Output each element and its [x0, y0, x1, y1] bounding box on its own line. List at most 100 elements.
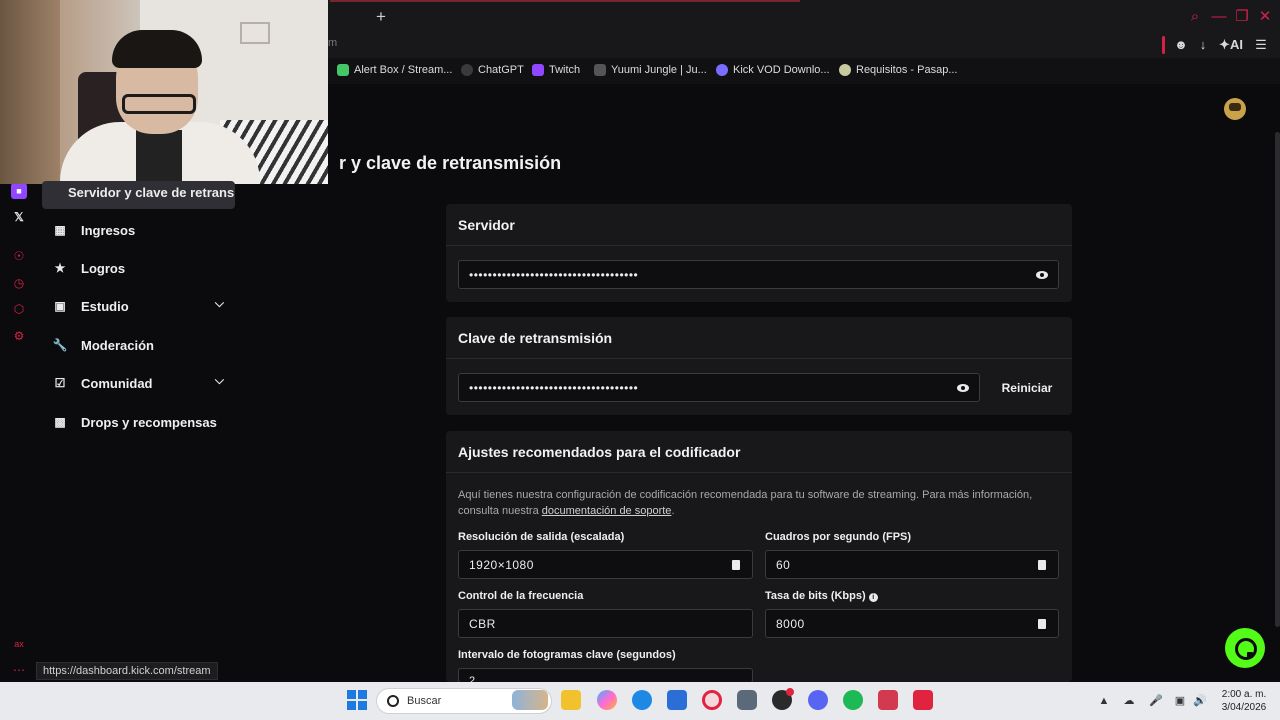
nav-item-ingresos[interactable]: ▦ Ingresos — [52, 218, 232, 242]
nav-item-moderacion[interactable]: 🔧 Moderación — [52, 333, 232, 357]
copilot-icon[interactable] — [597, 690, 617, 710]
browser-search-icon[interactable]: ⌕ — [1186, 8, 1204, 26]
rate-control-label: Control de la frecuencia — [458, 590, 584, 602]
search-placeholder: Buscar — [407, 695, 442, 707]
microphone-icon[interactable]: 🎤 — [1149, 694, 1163, 708]
network-icon[interactable]: ☁ — [1122, 694, 1136, 708]
fps-value: 60 — [776, 558, 791, 572]
drops-icon: ▩ — [54, 415, 66, 429]
copy-icon[interactable] — [1035, 617, 1049, 631]
bookmark-chatgpt[interactable]: ChatGPT — [461, 64, 524, 76]
new-tab-button[interactable]: + — [372, 8, 390, 26]
player-icon[interactable]: ☉ — [11, 248, 27, 264]
opera-icon[interactable] — [702, 690, 722, 710]
page-title: r y clave de retransmisión — [339, 153, 562, 173]
help-chat-button[interactable] — [1225, 628, 1265, 668]
server-field[interactable]: •••••••••••••••••••••••••••••••••••• — [458, 260, 1059, 289]
file-explorer-icon[interactable] — [561, 690, 581, 710]
nav-item-estudio[interactable]: ▣ Estudio ⌵ — [52, 294, 232, 318]
nav-label: Comunidad — [81, 375, 153, 391]
yuumi-icon — [594, 64, 606, 76]
edge-icon[interactable] — [632, 690, 652, 710]
profile-icon[interactable]: ☻ — [1172, 36, 1190, 54]
nav-label: Drops y recompensas — [81, 414, 217, 430]
nav-label: Ingresos — [81, 222, 136, 238]
more-icon[interactable]: ⋯ — [11, 662, 27, 678]
camera-icon[interactable] — [737, 690, 757, 710]
notification-badge — [786, 688, 794, 696]
resolution-field[interactable]: 1920×1080 — [458, 550, 753, 579]
nav-item-logros[interactable]: ★ Logros — [52, 256, 232, 280]
encoder-description: Aquí tienes nuestra configuración de cod… — [458, 487, 1058, 519]
discord-icon[interactable] — [808, 690, 828, 710]
studio-icon: ▣ — [54, 299, 66, 313]
bookmark-alert-box[interactable]: Alert Box / Stream... — [337, 64, 452, 76]
fps-field[interactable]: 60 — [765, 550, 1059, 579]
bookmark-label: Yuumi Jungle | Ju... — [611, 64, 707, 76]
ai-button[interactable]: ✦AI — [1218, 36, 1244, 54]
settings-icon[interactable]: ⚙ — [11, 328, 27, 344]
maximize-button[interactable]: ❐ — [1233, 8, 1251, 26]
bitrate-value: 8000 — [776, 617, 805, 631]
nav-label: Moderación — [81, 337, 154, 353]
rate-control-value: CBR — [469, 617, 496, 631]
twitch-icon — [532, 64, 544, 76]
copy-icon[interactable] — [729, 558, 743, 572]
url-text[interactable]: m — [328, 37, 337, 49]
info-icon[interactable]: i — [868, 593, 878, 602]
reset-button[interactable]: Reiniciar — [996, 375, 1058, 401]
display-icon[interactable]: ▣ — [1173, 694, 1187, 708]
eye-icon[interactable] — [956, 381, 970, 395]
toolbar-divider — [1162, 36, 1165, 54]
nav-label: Logros — [81, 260, 126, 276]
twitch-sidebar-icon[interactable]: ■ — [11, 183, 27, 199]
stream-key-field[interactable]: •••••••••••••••••••••••••••••••••••• — [458, 373, 980, 402]
bitrate-label-text: Tasa de bits (Kbps) — [765, 590, 866, 602]
bitrate-field[interactable]: 8000 — [765, 609, 1059, 638]
menu-icon[interactable]: ☰ — [1252, 36, 1270, 54]
keyframe-field[interactable]: 2 — [458, 668, 753, 683]
webcam-overlay — [0, 0, 328, 184]
page-scrollbar[interactable] — [1275, 132, 1280, 627]
downloader-icon[interactable] — [913, 690, 933, 710]
chevron-down-icon[interactable]: ⌵ — [215, 296, 224, 311]
minimize-button[interactable]: — — [1210, 8, 1228, 26]
eye-icon[interactable] — [1035, 268, 1049, 282]
tray-chevron-icon[interactable]: ▲ — [1097, 694, 1111, 708]
copy-icon[interactable] — [1035, 558, 1049, 572]
volume-icon[interactable]: 🔊 — [1193, 694, 1207, 708]
bitrate-label: Tasa de bits (Kbps) i — [765, 590, 878, 602]
extensions-icon[interactable]: ⬡ — [11, 301, 27, 317]
nav-item-drops[interactable]: ▩ Drops y recompensas — [52, 410, 232, 434]
ai-label: AI — [1229, 37, 1243, 52]
widgets-icon[interactable] — [512, 690, 548, 710]
bookmark-yuumi[interactable]: Yuumi Jungle | Ju... — [594, 64, 707, 76]
download-icon[interactable]: ↓ — [1194, 36, 1212, 54]
server-heading: Servidor — [446, 204, 1072, 246]
chevron-down-icon[interactable]: ⌵ — [215, 373, 224, 388]
taskbar-clock[interactable]: 2:00 a. m. 3/04/2026 — [1210, 688, 1278, 714]
bookmark-kick-vod[interactable]: Kick VOD Downlo... — [716, 64, 830, 76]
spotify-icon[interactable] — [843, 690, 863, 710]
store-icon[interactable] — [667, 690, 687, 710]
x-icon[interactable]: 𝕏 — [11, 209, 27, 225]
bookmark-label: Alert Box / Stream... — [354, 64, 453, 76]
avatar[interactable] — [1224, 98, 1246, 120]
nav-tooltip: Servidor y clave de retransn — [42, 181, 235, 209]
keyframe-label: Intervalo de fotogramas clave (segundos) — [458, 649, 676, 661]
pocket-icon[interactable] — [878, 690, 898, 710]
kick-vod-icon — [716, 64, 728, 76]
history-icon[interactable]: ◷ — [11, 275, 27, 291]
rate-control-field[interactable]: CBR — [458, 609, 753, 638]
bookmark-requisitos[interactable]: Requisitos - Pasap... — [839, 64, 958, 76]
bookmark-twitch[interactable]: Twitch — [532, 64, 580, 76]
search-icon — [387, 695, 399, 707]
community-icon: ☑ — [54, 376, 66, 390]
close-button[interactable]: ✕ — [1256, 8, 1274, 26]
support-docs-link[interactable]: documentación de soporte — [542, 505, 672, 517]
description-suffix: . — [671, 505, 675, 517]
requisitos-icon — [839, 64, 851, 76]
ax-icon[interactable]: ax — [11, 636, 27, 652]
start-button[interactable] — [347, 690, 367, 710]
nav-item-comunidad[interactable]: ☑ Comunidad ⌵ — [52, 371, 232, 395]
